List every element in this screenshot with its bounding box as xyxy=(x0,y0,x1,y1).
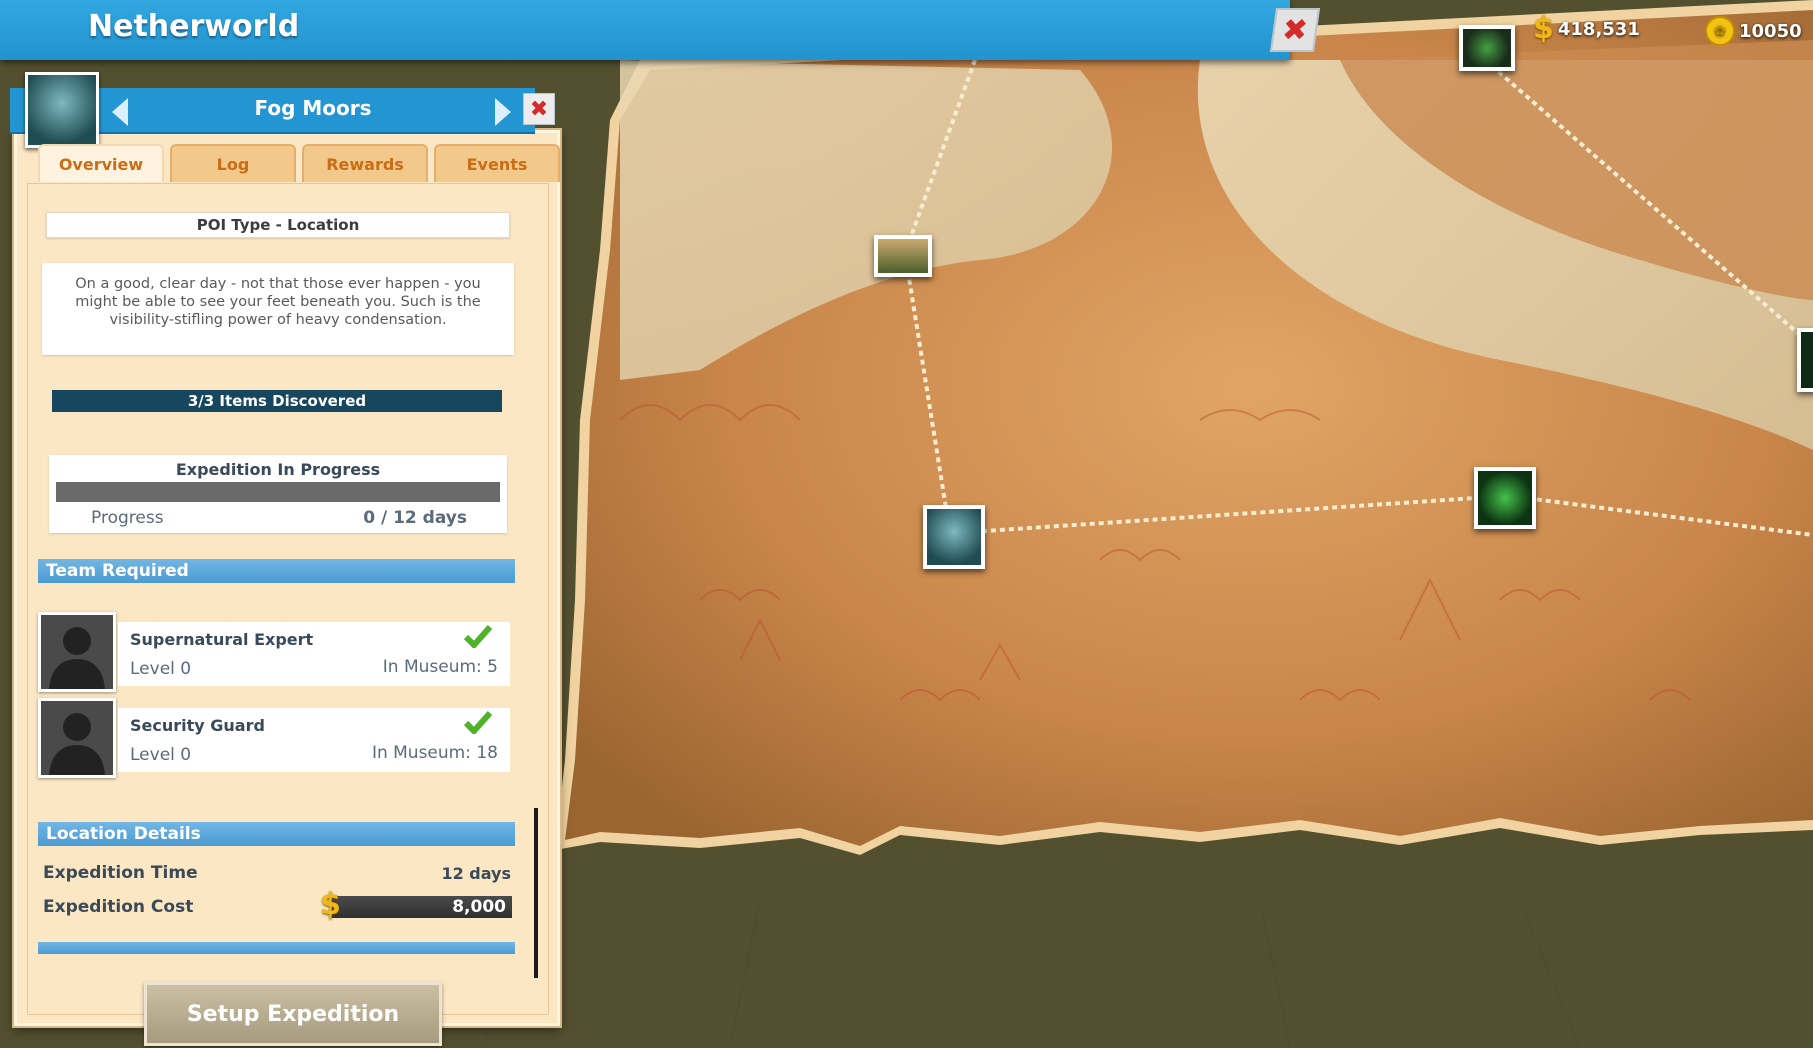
tab-overview[interactable]: Overview xyxy=(38,144,164,182)
expedition-cost-value: 8,000 xyxy=(330,896,512,918)
location-details-header: Location Details xyxy=(38,822,515,846)
region-title: Netherworld xyxy=(88,9,300,44)
coin-display: ✿ 10050 xyxy=(1705,16,1802,46)
section-header-partial xyxy=(38,942,515,954)
map-poi-top[interactable] xyxy=(1459,25,1515,71)
coin-icon: ✿ xyxy=(1705,16,1735,46)
avatar xyxy=(38,612,116,692)
expedition-time-value: 12 days xyxy=(441,864,511,883)
description-text: On a good, clear day - not that those ev… xyxy=(75,276,481,328)
next-location-arrow-icon[interactable] xyxy=(495,98,511,126)
setup-expedition-button[interactable]: Setup Expedition xyxy=(144,982,442,1046)
member-in-museum: In Museum: 18 xyxy=(371,743,498,763)
map-poi-fog-moors[interactable] xyxy=(923,505,985,569)
tab-events[interactable]: Events xyxy=(434,144,560,182)
tab-log[interactable]: Log xyxy=(170,144,296,182)
member-in-museum: In Museum: 5 xyxy=(382,657,498,677)
dollar-icon: $ xyxy=(320,887,341,922)
avatar xyxy=(38,698,116,778)
close-map-button[interactable]: ✖ xyxy=(1269,8,1321,52)
member-level: Level 0 xyxy=(130,659,192,679)
map-poi-edge[interactable] xyxy=(1797,328,1813,392)
checkmark-icon xyxy=(464,711,492,734)
team-member-row[interactable]: Supernatural Expert Level 0 In Museum: 5 xyxy=(38,612,512,692)
previous-location-arrow-icon[interactable] xyxy=(112,98,128,126)
close-icon: ✖ xyxy=(1279,12,1311,48)
team-member-card: Supernatural Expert Level 0 In Museum: 5 xyxy=(118,622,510,686)
money-display: $ 418,531 xyxy=(1533,11,1640,46)
tab-rewards[interactable]: Rewards xyxy=(302,144,428,182)
panel-tabs: Overview Log Rewards Events xyxy=(38,144,560,182)
items-discovered-bar: 3/3 Items Discovered xyxy=(52,390,502,412)
panel-scrollbar[interactable] xyxy=(534,808,538,978)
team-member-row[interactable]: Security Guard Level 0 In Museum: 18 xyxy=(38,698,512,778)
dollar-icon: $ xyxy=(1533,11,1554,46)
member-level: Level 0 xyxy=(130,745,192,765)
team-required-header: Team Required xyxy=(38,559,515,583)
expedition-time-label: Expedition Time xyxy=(43,863,198,883)
map-poi-completed[interactable] xyxy=(874,235,932,277)
expedition-status: Expedition In Progress Progress 0 / 12 d… xyxy=(49,455,507,533)
poi-type: POI Type - Location xyxy=(46,212,510,238)
coin-amount: 10050 xyxy=(1739,20,1802,42)
close-panel-button[interactable]: ✖ xyxy=(523,93,555,125)
member-role: Supernatural Expert xyxy=(130,630,314,649)
money-amount: 418,531 xyxy=(1557,18,1640,40)
progress-label: Progress xyxy=(91,508,164,528)
team-member-card: Security Guard Level 0 In Museum: 18 xyxy=(118,708,510,772)
location-description: On a good, clear day - not that those ev… xyxy=(42,263,514,355)
expedition-progress-bar xyxy=(56,482,500,502)
expedition-cost-label: Expedition Cost xyxy=(43,897,194,917)
progress-value: 0 / 12 days xyxy=(363,508,467,528)
location-name: Fog Moors xyxy=(254,96,372,120)
checkmark-icon xyxy=(464,625,492,648)
expedition-status-title: Expedition In Progress xyxy=(175,460,381,479)
map-poi-green-figure[interactable] xyxy=(1474,467,1536,529)
top-bar: Netherworld xyxy=(0,0,1290,60)
location-thumbnail xyxy=(25,72,99,148)
close-icon: ✖ xyxy=(529,96,549,122)
member-role: Security Guard xyxy=(130,716,265,735)
